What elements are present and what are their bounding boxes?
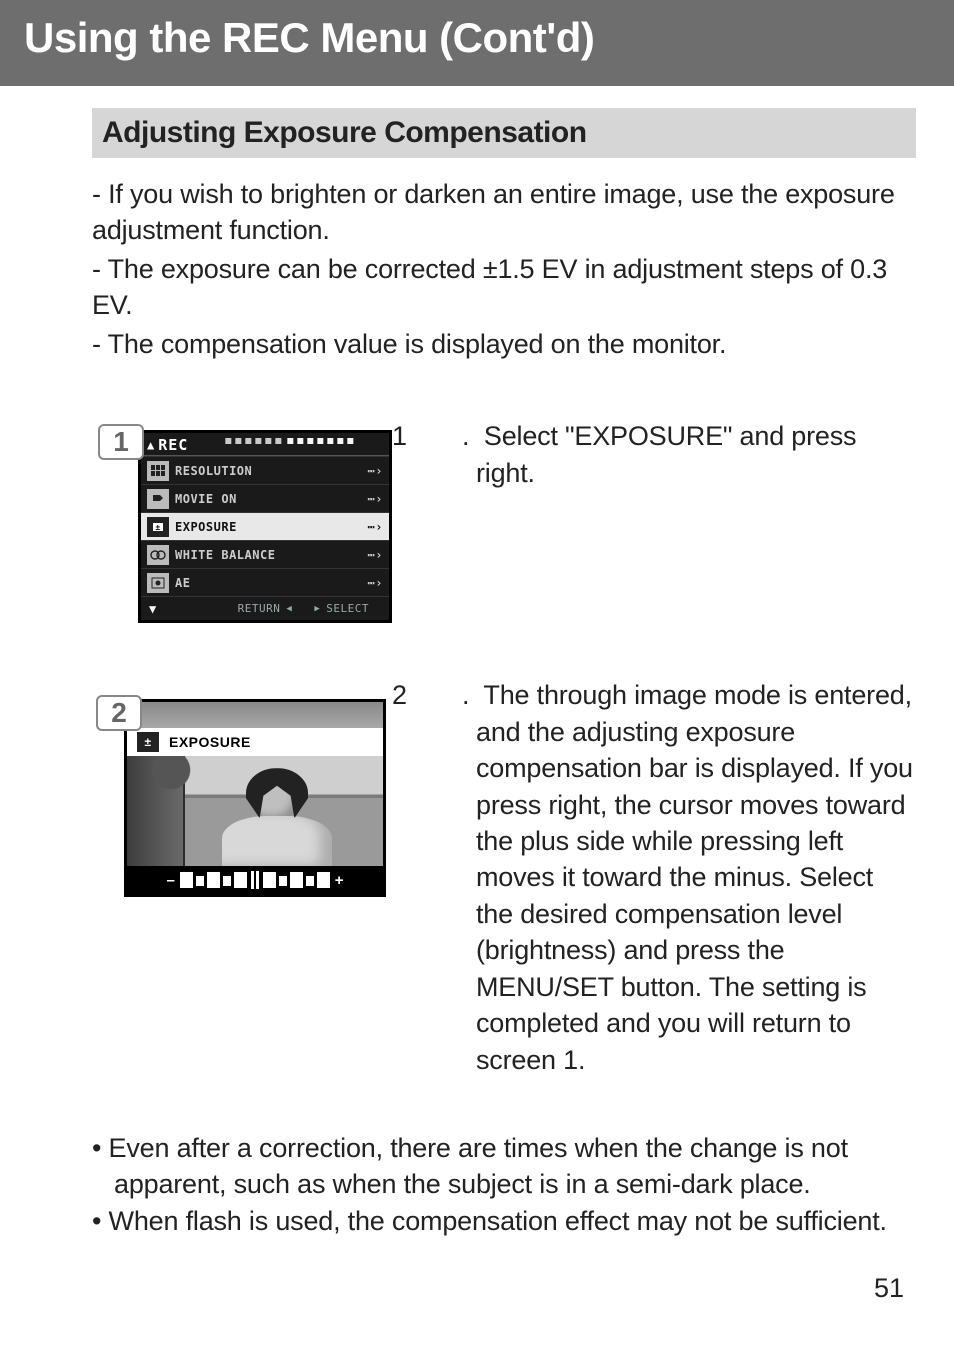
- section-header-bar: Adjusting Exposure Compensation: [92, 108, 916, 158]
- menu-label: EXPOSURE: [175, 520, 368, 534]
- section-title: Adjusting Exposure Compensation: [102, 116, 906, 150]
- menu-label: WHITE BALANCE: [175, 548, 368, 562]
- step-1-badge: 1: [98, 424, 144, 460]
- plus-icon: +: [332, 872, 347, 889]
- camera-menu-screenshot: ▲ REC: [138, 430, 392, 623]
- exposure-icon: ±: [137, 732, 159, 752]
- note-line: • When flash is used, the compensation e…: [92, 1203, 916, 1239]
- menu-item-ae[interactable]: AE ⋯›: [141, 568, 389, 596]
- figure-2-wrap: 2 ± EXPOSURE: [86, 699, 398, 897]
- triangle-right-icon: ▶: [314, 604, 320, 614]
- menu-item-movie[interactable]: MOVIE ON ⋯›: [141, 484, 389, 512]
- intro-block: - If you wish to brighten or darken an e…: [92, 176, 916, 362]
- preview-title: EXPOSURE: [169, 734, 251, 750]
- manual-page: Using the REC Menu (Cont'd) Adjusting Ex…: [0, 0, 954, 1352]
- menu-label: MOVIE ON: [175, 492, 368, 506]
- preview-photo: [127, 756, 383, 866]
- menu-label: RESOLUTION: [175, 464, 368, 478]
- triangle-left-icon: ◀: [286, 604, 292, 614]
- comp-center-mark: [249, 871, 261, 889]
- preview-sky: [127, 702, 383, 728]
- step-2-text-column: 2. The through image mode is entered, an…: [434, 677, 916, 1078]
- svg-text:±: ±: [155, 523, 160, 532]
- figure-1-wrap: 1 ▲ REC: [92, 430, 398, 623]
- figure-1-column: 1 ▲ REC: [92, 418, 398, 655]
- page-header: Using the REC Menu (Cont'd): [0, 0, 954, 86]
- footer-select-label: SELECT: [326, 602, 369, 615]
- step-2-row: 2 ± EXPOSURE: [92, 677, 916, 1078]
- footer-return-label: RETURN: [238, 602, 281, 615]
- page-title: Using the REC Menu (Cont'd): [24, 14, 954, 62]
- exposure-icon: ±: [147, 517, 169, 537]
- ae-icon: [147, 573, 169, 593]
- exposure-comp-bar[interactable]: – +: [127, 866, 383, 894]
- intro-line: - The compensation value is displayed on…: [92, 326, 916, 362]
- step-1-text: 1. Select "EXPOSURE" and press right.: [434, 418, 916, 491]
- figure-2-column: 2 ± EXPOSURE: [92, 677, 398, 1078]
- chevron-right-icon: ⋯›: [368, 464, 383, 478]
- note-line: • Even after a correction, there are tim…: [92, 1130, 916, 1203]
- intro-line: - If you wish to brighten or darken an e…: [92, 176, 916, 249]
- step-2-badge: 2: [96, 695, 142, 731]
- preview-title-row: ± EXPOSURE: [127, 728, 383, 756]
- menu-item-white-balance[interactable]: WHITE BALANCE ⋯›: [141, 540, 389, 568]
- step-1-row: 1 ▲ REC: [92, 418, 916, 655]
- preview-person: [217, 768, 337, 866]
- preview-tree: [127, 756, 185, 866]
- menu-item-exposure[interactable]: ± EXPOSURE ⋯›: [141, 512, 389, 540]
- step-1-text-column: 1. Select "EXPOSURE" and press right.: [434, 418, 916, 655]
- chevron-right-icon: ⋯›: [368, 520, 383, 534]
- camera-preview-screenshot: ± EXPOSURE –: [124, 699, 386, 897]
- page-number: 51: [874, 1273, 904, 1304]
- resolution-icon: [147, 461, 169, 481]
- minus-icon: –: [163, 872, 177, 889]
- comp-plus-ticks: [263, 872, 330, 888]
- menu-item-resolution[interactable]: RESOLUTION ⋯›: [141, 456, 389, 484]
- intro-line: - The exposure can be corrected ±1.5 EV …: [92, 251, 916, 324]
- movie-icon: [147, 489, 169, 509]
- menu-label: AE: [175, 576, 368, 590]
- comp-minus-ticks: [180, 872, 247, 888]
- menu-tab-dots: [194, 433, 389, 455]
- chevron-right-icon: ⋯›: [368, 576, 383, 590]
- chevron-right-icon: ⋯›: [368, 548, 383, 562]
- white-balance-icon: [147, 545, 169, 565]
- rec-label: REC: [158, 436, 188, 454]
- chevron-right-icon: ⋯›: [368, 492, 383, 506]
- content-area: Adjusting Exposure Compensation - If you…: [0, 86, 954, 1239]
- camera-menu-footer: ▼ RETURN ◀ ▶ SELECT: [141, 596, 389, 620]
- caret-down-icon: ▼: [141, 602, 157, 616]
- step-2-text: 2. The through image mode is entered, an…: [434, 677, 916, 1078]
- camera-menu-header: ▲ REC: [141, 433, 389, 456]
- caret-up-icon: ▲: [147, 438, 154, 452]
- notes-block: • Even after a correction, there are tim…: [92, 1130, 916, 1239]
